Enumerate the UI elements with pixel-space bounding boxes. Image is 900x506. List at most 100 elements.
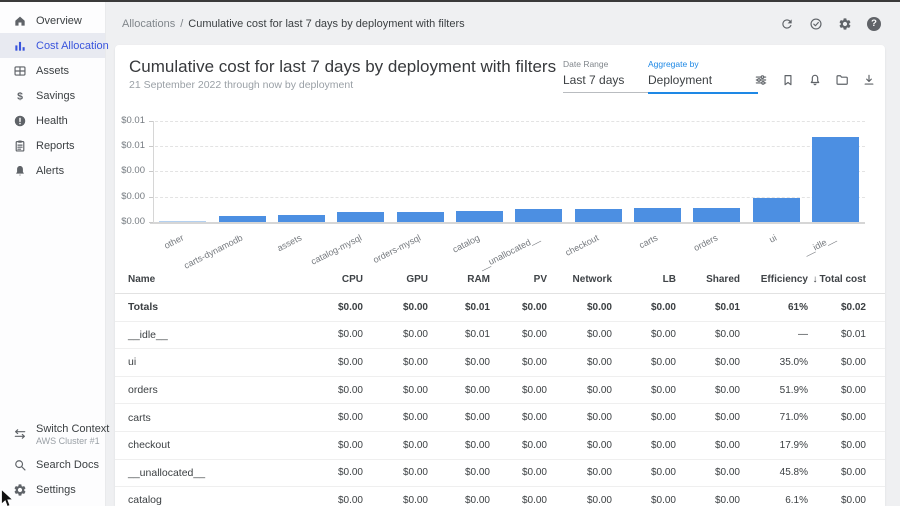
- cell-shared: $0.00: [676, 357, 740, 368]
- table-row-carts[interactable]: carts$0.00$0.00$0.00$0.00$0.00$0.00$0.00…: [115, 404, 885, 432]
- column-header-total-cost[interactable]: ↓Total cost: [808, 274, 866, 285]
- cell-cpu: $0.00: [300, 412, 363, 423]
- cell-cpu: $0.00: [300, 357, 363, 368]
- gear-icon: [13, 483, 27, 497]
- cell-total-cost: $0.00: [808, 495, 866, 506]
- sidebar-footer: Switch ContextAWS Cluster #1 Search Docs S…: [0, 416, 105, 502]
- sidebar-item-label: Cost Allocation: [36, 40, 109, 52]
- bar-chart-icon: [13, 39, 27, 53]
- table-row-orders[interactable]: orders$0.00$0.00$0.00$0.00$0.00$0.00$0.0…: [115, 377, 885, 405]
- y-tick-label: $0.00: [115, 165, 145, 176]
- cell-ram: $0.00: [428, 357, 490, 368]
- table-row-__unallocated__[interactable]: __unallocated__$0.00$0.00$0.00$0.00$0.00…: [115, 460, 885, 488]
- table-row-checkout[interactable]: checkout$0.00$0.00$0.00$0.00$0.00$0.00$0…: [115, 432, 885, 460]
- bar-assets[interactable]: [278, 215, 325, 222]
- y-tick-label: $0.01: [115, 140, 145, 151]
- column-header-efficiency[interactable]: Efficiency: [740, 274, 808, 285]
- sidebar-item-savings[interactable]: $Savings: [0, 83, 105, 108]
- cell-cpu: $0.00: [300, 329, 363, 340]
- table-row-catalog[interactable]: catalog$0.00$0.00$0.00$0.00$0.00$0.00$0.…: [115, 487, 885, 506]
- column-header-ram[interactable]: RAM: [428, 274, 490, 285]
- column-header-name[interactable]: Name: [128, 274, 300, 285]
- sort-descending-icon: ↓: [813, 274, 818, 285]
- sidebar-footer-settings[interactable]: Settings: [0, 477, 105, 502]
- bar-checkout[interactable]: [575, 209, 622, 222]
- cell-lb: $0.00: [612, 467, 676, 478]
- footer-item-label: Search Docs: [36, 459, 99, 471]
- sidebar: OverviewCost AllocationAssets$SavingsHea…: [0, 2, 106, 506]
- cell-cpu: $0.00: [300, 440, 363, 451]
- footer-item-sub-label: AWS Cluster #1: [36, 436, 109, 446]
- cell-pv: $0.00: [490, 302, 547, 313]
- sidebar-item-label: Overview: [36, 15, 82, 27]
- cell-total-cost: $0.01: [808, 329, 866, 340]
- bar-catalog[interactable]: [456, 211, 503, 222]
- cell-total-cost: $0.00: [808, 467, 866, 478]
- topbar: Allocations / Cumulative cost for last 7…: [107, 2, 900, 45]
- table-row-__idle__[interactable]: __idle__$0.00$0.00$0.01$0.00$0.00$0.00$0…: [115, 322, 885, 350]
- cell-ram: $0.00: [428, 385, 490, 396]
- x-axis-baseline: [150, 222, 865, 224]
- sidebar-item-label: Health: [36, 115, 68, 127]
- bar-catalog-mysql[interactable]: [337, 212, 384, 222]
- cell-lb: $0.00: [612, 385, 676, 396]
- cell-efficiency: 51.9%: [740, 385, 808, 396]
- gridline: [150, 171, 865, 172]
- column-header-lb[interactable]: LB: [612, 274, 676, 285]
- column-header-network[interactable]: Network: [547, 274, 612, 285]
- cell-shared: $0.00: [676, 440, 740, 451]
- cell-gpu: $0.00: [363, 357, 428, 368]
- column-header-cpu[interactable]: CPU: [300, 274, 363, 285]
- cell-shared: $0.00: [676, 467, 740, 478]
- clipboard-icon: [13, 139, 27, 153]
- y-tick-label: $0.01: [115, 115, 145, 126]
- sidebar-item-reports[interactable]: Reports: [0, 133, 105, 158]
- bar-carts-dynamodb[interactable]: [219, 216, 266, 222]
- sidebar-item-assets[interactable]: Assets: [0, 58, 105, 83]
- check-circle-icon[interactable]: [808, 16, 824, 32]
- aggregate-by-select[interactable]: Deployment: [648, 73, 758, 94]
- cell-pv: $0.00: [490, 467, 547, 478]
- gear-icon[interactable]: [837, 16, 853, 32]
- sidebar-item-alerts[interactable]: Alerts: [0, 158, 105, 183]
- bar-__unallocated__[interactable]: [515, 209, 562, 222]
- cell-pv: $0.00: [490, 329, 547, 340]
- table-row-totals[interactable]: Totals$0.00$0.00$0.01$0.00$0.00$0.00$0.0…: [115, 294, 885, 322]
- cell-shared: $0.00: [676, 412, 740, 423]
- column-header-shared[interactable]: Shared: [676, 274, 740, 285]
- cell-total-cost: $0.02: [808, 302, 866, 313]
- bar-orders-mysql[interactable]: [397, 212, 444, 222]
- sidebar-footer-search-docs[interactable]: Search Docs: [0, 452, 105, 477]
- help-icon[interactable]: ?: [866, 16, 882, 32]
- bar-ui[interactable]: [753, 198, 800, 222]
- bar-__idle__[interactable]: [812, 137, 859, 222]
- report-card: Cumulative cost for last 7 days by deplo…: [115, 45, 885, 506]
- cell-efficiency: 71.0%: [740, 412, 808, 423]
- tune-icon[interactable]: [752, 71, 769, 88]
- row-name: carts: [128, 412, 300, 424]
- sidebar-item-label: Alerts: [36, 165, 64, 177]
- table-row-ui[interactable]: ui$0.00$0.00$0.00$0.00$0.00$0.00$0.0035.…: [115, 349, 885, 377]
- sidebar-item-health[interactable]: Health: [0, 108, 105, 133]
- bar-other[interactable]: [159, 221, 206, 222]
- download-icon[interactable]: [860, 71, 877, 88]
- cell-total-cost: $0.00: [808, 412, 866, 423]
- breadcrumb-allocations-link[interactable]: Allocations: [122, 18, 175, 30]
- sidebar-footer-switch-context[interactable]: Switch ContextAWS Cluster #1: [0, 416, 105, 452]
- bar-orders[interactable]: [693, 208, 740, 222]
- bell-icon[interactable]: [806, 71, 823, 88]
- bar-carts[interactable]: [634, 208, 681, 222]
- cell-gpu: $0.00: [363, 495, 428, 506]
- column-header-pv[interactable]: PV: [490, 274, 547, 285]
- cell-gpu: $0.00: [363, 385, 428, 396]
- sidebar-item-overview[interactable]: Overview: [0, 8, 105, 33]
- refresh-icon[interactable]: [779, 16, 795, 32]
- y-tick-label: $0.00: [115, 191, 145, 202]
- cell-shared: $0.01: [676, 302, 740, 313]
- sidebar-item-cost-allocation[interactable]: Cost Allocation: [0, 33, 105, 58]
- health-icon: [13, 114, 27, 128]
- folder-icon[interactable]: [833, 71, 850, 88]
- cell-shared: $0.00: [676, 329, 740, 340]
- column-header-gpu[interactable]: GPU: [363, 274, 428, 285]
- bookmark-icon[interactable]: [779, 71, 796, 88]
